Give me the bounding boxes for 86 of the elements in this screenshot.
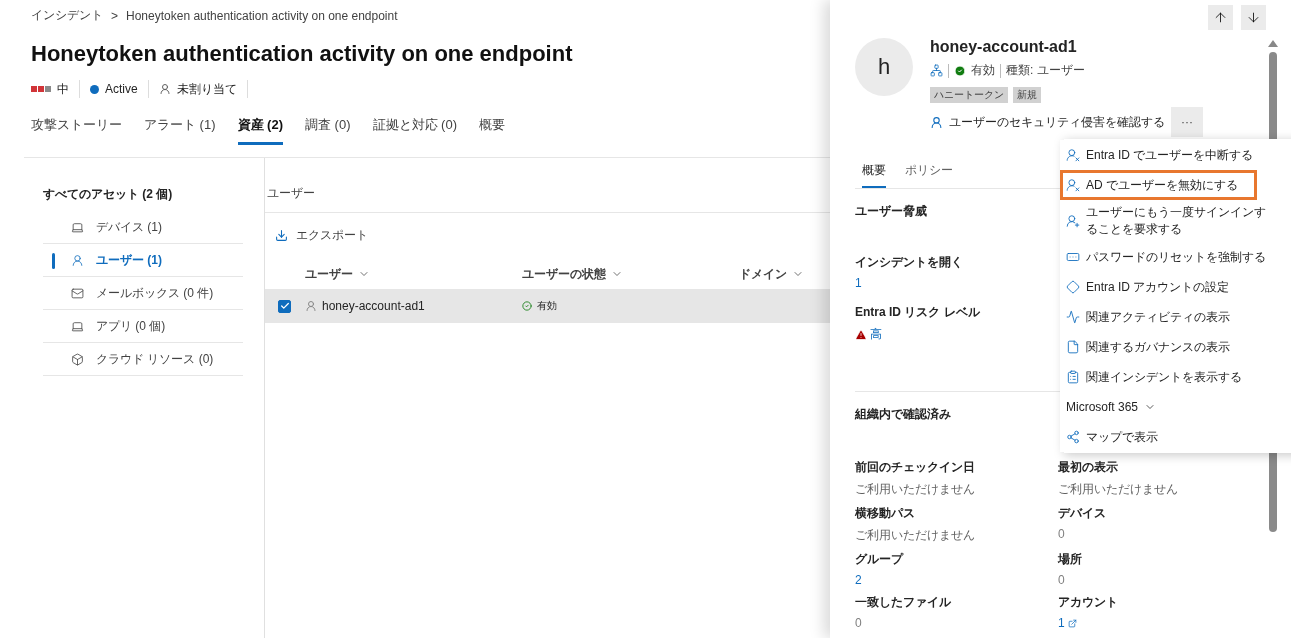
state-cell: 有効	[537, 299, 557, 313]
previous-button[interactable]	[1208, 5, 1233, 30]
severity-label: 中	[57, 80, 69, 98]
column-header[interactable]: ユーザー	[305, 265, 522, 283]
cube-icon	[71, 352, 84, 366]
incident-title: Honeytoken authentication activity on one endpoint	[31, 41, 574, 67]
confirm-compromise-button[interactable]: ユーザーのセキュリティ侵害を確認する	[930, 113, 1165, 131]
person-icon	[305, 300, 317, 312]
person-icon	[158, 83, 171, 95]
password-icon	[1066, 250, 1080, 264]
field-value: 0	[1058, 527, 1066, 541]
tab[interactable]: 攻撃ストーリー	[31, 116, 122, 145]
row-checkbox[interactable]	[278, 299, 291, 313]
table-heading: ユーザー	[265, 185, 830, 213]
sidebar-item[interactable]: アプリ (0 個)	[43, 310, 243, 343]
section-heading: 組織内で確認済み	[855, 406, 951, 423]
user-status: 有効	[971, 62, 995, 79]
tab[interactable]: 資産 (2)	[237, 116, 283, 145]
field-label: 場所	[1058, 551, 1083, 568]
field-value-link[interactable]: 1	[855, 276, 1058, 290]
tab[interactable]: 調査 (0)	[305, 116, 351, 145]
user-cell: honey-account-ad1	[322, 299, 425, 313]
export-button[interactable]: エクスポート	[275, 227, 368, 244]
risk-level-link[interactable]: 高	[870, 326, 882, 343]
mail-icon	[71, 286, 84, 300]
field-value: ご利用いただけません	[855, 481, 976, 498]
column-header[interactable]: ドメイン	[739, 265, 830, 283]
field-value: 0	[1058, 573, 1066, 587]
breadcrumb-current: Honeytoken authentication activity on one endpoint	[126, 8, 398, 23]
tab[interactable]: ポリシー	[905, 162, 953, 188]
person-icon	[1066, 178, 1080, 192]
field-label: Entra ID リスク レベル	[855, 304, 981, 321]
laptop-icon	[71, 220, 84, 234]
check-circle-icon	[954, 64, 966, 77]
person-icon	[1066, 214, 1080, 228]
tab[interactable]: 概要	[479, 116, 505, 145]
tag: 新規	[1013, 87, 1041, 103]
field-label: 最初の表示	[1058, 459, 1119, 476]
more-button[interactable]: ···	[1171, 107, 1203, 137]
sidebar-item[interactable]: ユーザー (1)	[43, 244, 243, 277]
field-value-link[interactable]: 2	[855, 573, 1058, 587]
external-link-icon	[1067, 618, 1077, 628]
assignee-label[interactable]: 未割り当て	[176, 80, 237, 98]
field-value: ご利用いただけません	[1058, 481, 1179, 498]
user-type: 種類: ユーザー	[1006, 62, 1085, 79]
clipboard-icon	[1066, 370, 1080, 384]
network-icon	[930, 64, 943, 77]
account-link[interactable]: 1	[1058, 616, 1261, 630]
breadcrumb-link[interactable]: インシデント	[31, 7, 103, 24]
avatar: h	[855, 38, 913, 96]
field-label: インシデントを開く	[855, 254, 964, 271]
sidebar-heading: すべてのアセット (2 個)	[43, 186, 174, 203]
breadcrumb-separator: >	[111, 8, 118, 23]
sidebar-item[interactable]: メールボックス (0 件)	[43, 277, 243, 310]
person-icon	[930, 115, 943, 129]
field-label: 横移動パス	[855, 505, 916, 522]
status-label: Active	[105, 82, 138, 96]
tab[interactable]: 証拠と対応 (0)	[372, 116, 457, 145]
field-label: アカウント	[1058, 594, 1119, 611]
laptop-icon	[71, 319, 84, 333]
tab[interactable]: アラート (1)	[144, 116, 216, 145]
section-heading: ユーザー脅威	[855, 203, 927, 220]
sidebar-item[interactable]: デバイス (1)	[43, 211, 243, 244]
download-icon	[275, 229, 288, 242]
field-value: ご利用いただけません	[855, 527, 976, 544]
field-label: デバイス	[1058, 505, 1107, 522]
activity-icon	[1066, 310, 1080, 324]
field-value: 0	[855, 616, 863, 630]
person-icon	[1066, 148, 1080, 162]
user-name: honey-account-ad1	[930, 38, 1078, 56]
field-label: 前回のチェックイン日	[855, 459, 976, 476]
tag: ハニートークン	[930, 87, 1008, 103]
network-icon	[1066, 430, 1080, 444]
table-row[interactable]: honey-account-ad1 有効	[265, 289, 830, 323]
column-header[interactable]: ユーザーの状態	[522, 265, 739, 283]
document-icon	[1066, 340, 1080, 354]
tab[interactable]: 概要	[862, 162, 886, 188]
field-label: グループ	[855, 551, 905, 568]
sidebar-item[interactable]: クラウド リソース (0)	[43, 343, 243, 376]
check-circle-icon	[522, 301, 532, 311]
diamond-icon	[1066, 280, 1080, 294]
menu-item[interactable]: AD でユーザーを無効にする	[1060, 170, 1257, 200]
warning-icon	[855, 328, 867, 341]
next-button[interactable]	[1241, 5, 1266, 30]
field-label: 一致したファイル	[855, 594, 952, 611]
person-icon	[71, 253, 84, 267]
